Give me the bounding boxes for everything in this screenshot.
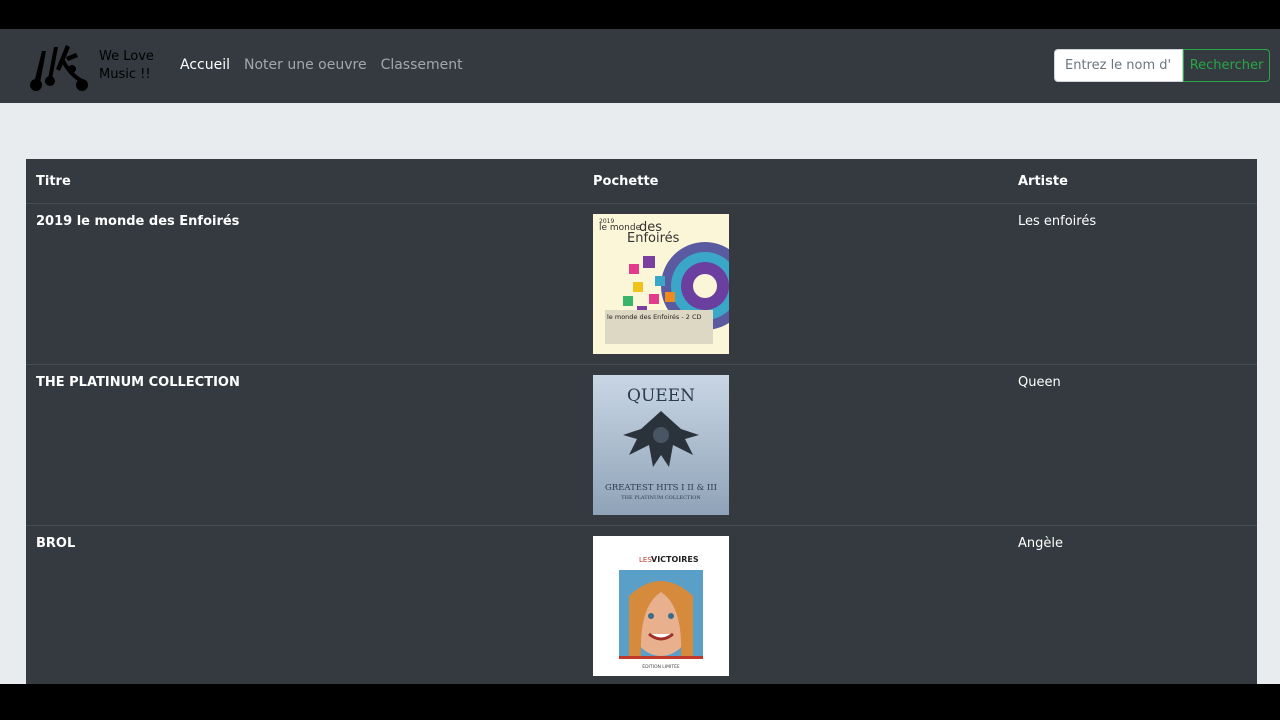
table-header-row: Titre Pochette Artiste	[26, 159, 1257, 204]
row-title: 2019 le monde des Enfoirés	[26, 202, 583, 364]
row-artist: Queen	[1008, 363, 1257, 525]
brand[interactable]: We Love Music !!	[26, 39, 159, 93]
row-cover: LES VICTOIRES ÉDITION LIMITÉE	[583, 524, 1008, 684]
nav-noter[interactable]: Noter une oeuvre	[244, 57, 367, 73]
search-input[interactable]	[1054, 49, 1183, 82]
brol-cover-image[interactable]: LES VICTOIRES ÉDITION LIMITÉE	[593, 535, 729, 676]
queen-cover-image[interactable]: QUEEN GREATEST HITS I II & III THE PLATI…	[593, 374, 729, 515]
enfoires-cover-band: le monde des Enfoirés - 2 CD	[607, 313, 702, 321]
header-pochette: Pochette	[583, 159, 1008, 204]
table-row: 2019 le monde des Enfoirés 2019 le monde…	[26, 202, 1257, 364]
brol-cover-victoires: VICTOIRES	[651, 555, 699, 564]
nav-accueil[interactable]: Accueil	[180, 57, 230, 73]
nav-classement[interactable]: Classement	[381, 57, 463, 73]
header-artiste: Artiste	[1008, 159, 1257, 204]
enfoires-cover-image[interactable]: 2019 le monde des Enfoirés le monde des …	[593, 213, 729, 354]
navbar: We Love Music !! Accueil Noter une oeuvr…	[0, 29, 1280, 103]
nav-links: Accueil Noter une oeuvre Classement	[180, 57, 463, 73]
page: We Love Music !! Accueil Noter une oeuvr…	[0, 29, 1280, 684]
search-button[interactable]: Rechercher	[1183, 49, 1270, 82]
search-form: Rechercher	[1054, 49, 1270, 82]
row-artist: Angèle	[1008, 524, 1257, 684]
table-row: THE PLATINUM COLLECTION QUEEN GREATEST H…	[26, 363, 1257, 525]
brand-text: We Love Music !!	[99, 49, 154, 82]
queen-cover-sub: GREATEST HITS I II & III	[605, 483, 717, 493]
queen-cover-sub2: THE PLATINUM COLLECTION	[621, 495, 701, 501]
albums-table: Titre Pochette Artiste 2019 le monde des…	[26, 159, 1257, 684]
row-cover: 2019 le monde des Enfoirés le monde des …	[583, 202, 1008, 364]
row-cover: QUEEN GREATEST HITS I II & III THE PLATI…	[583, 363, 1008, 525]
row-title: THE PLATINUM COLLECTION	[26, 363, 583, 525]
header-titre: Titre	[26, 159, 583, 204]
enfoires-cover-line3: Enfoirés	[627, 231, 680, 246]
row-artist: Les enfoirés	[1008, 202, 1257, 364]
queen-cover-title: QUEEN	[627, 386, 695, 406]
row-title: BROL	[26, 524, 583, 684]
table-row: BROL LES VICTOIRES ÉDITION LIMITÉE Angèl…	[26, 524, 1257, 684]
music-logo-icon	[30, 45, 88, 91]
